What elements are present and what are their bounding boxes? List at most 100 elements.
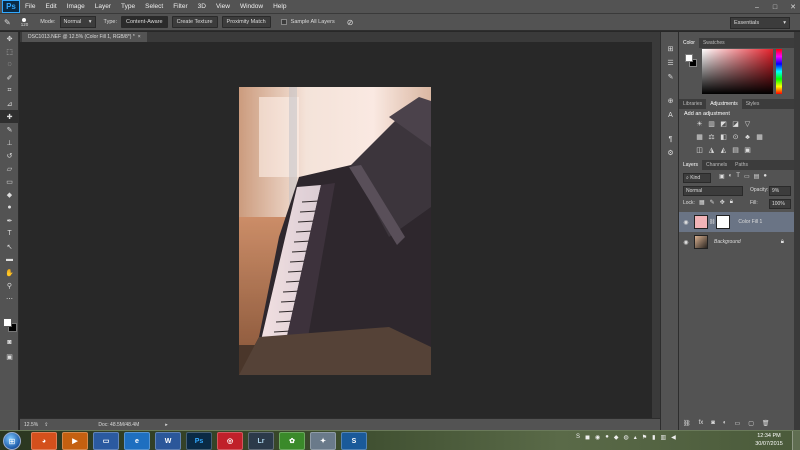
delete-layer-icon[interactable]: 🗑︎ bbox=[762, 420, 770, 427]
menu-file[interactable]: File bbox=[20, 3, 40, 10]
filter-shape-icon[interactable]: ▭ bbox=[744, 173, 750, 180]
filter-type-icon[interactable]: T bbox=[736, 173, 740, 180]
layer-name[interactable]: Background bbox=[714, 239, 741, 245]
panel-scrollbar[interactable] bbox=[794, 32, 800, 430]
selective-color-icon[interactable]: ▣ bbox=[744, 147, 751, 154]
taskbar-lightroom[interactable]: Lr bbox=[248, 432, 274, 450]
tab-adjustments[interactable]: Adjustments bbox=[706, 99, 742, 109]
color-lookup-icon[interactable]: ▦ bbox=[756, 134, 763, 141]
menu-layer[interactable]: Layer bbox=[90, 3, 116, 10]
new-adjustment-layer-icon[interactable]: ◐ bbox=[723, 420, 727, 427]
gradient-map-icon[interactable]: ▤ bbox=[732, 147, 739, 154]
maximize-button[interactable]: □ bbox=[770, 4, 780, 11]
clone-source-panel-icon[interactable]: ⊕ bbox=[661, 94, 680, 108]
black-white-icon[interactable]: ◧ bbox=[720, 134, 727, 141]
lock-position-icon[interactable]: ✥ bbox=[720, 199, 725, 206]
screen-mode-icon[interactable]: ▣ bbox=[0, 350, 19, 363]
menu-help[interactable]: Help bbox=[268, 3, 291, 10]
show-desktop-button[interactable] bbox=[792, 431, 800, 450]
pressure-size-icon[interactable]: ⊘ bbox=[347, 18, 354, 27]
taskbar-internet-explorer[interactable]: e bbox=[124, 432, 150, 450]
lock-transparency-icon[interactable]: ▦ bbox=[699, 199, 705, 206]
battery-icon[interactable]: ▮ bbox=[652, 434, 655, 441]
tray-icon-6[interactable]: ◍ bbox=[624, 434, 629, 441]
new-layer-icon[interactable]: ▢ bbox=[748, 420, 754, 427]
brightness-contrast-icon[interactable]: ☀ bbox=[696, 121, 703, 128]
eraser-tool-icon[interactable]: ▱ bbox=[0, 162, 19, 175]
content-aware-button[interactable]: Content-Aware bbox=[120, 16, 168, 28]
clone-stamp-tool-icon[interactable]: ⊥ bbox=[0, 136, 19, 149]
channel-mixer-icon[interactable]: ♣ bbox=[744, 134, 751, 141]
tab-swatches[interactable]: Swatches bbox=[699, 38, 729, 48]
taskbar-photoshop[interactable]: Ps bbox=[186, 432, 212, 450]
brush-tool-icon[interactable]: ✎ bbox=[0, 123, 19, 136]
menu-type[interactable]: Type bbox=[116, 3, 140, 10]
filter-pixel-icon[interactable]: ▣ bbox=[719, 173, 725, 180]
tray-icon-4[interactable]: ● bbox=[605, 434, 609, 441]
taskbar-snagit[interactable]: S bbox=[341, 432, 367, 450]
opacity-field[interactable]: 9% bbox=[769, 186, 791, 196]
taskbar-evernote[interactable]: ✿ bbox=[279, 432, 305, 450]
healing-brush-tool-icon[interactable]: ✚ bbox=[0, 110, 19, 123]
taskbar-creative-cloud[interactable]: ◎ bbox=[217, 432, 243, 450]
system-clock[interactable]: 12:34 PM 30/07/2015 bbox=[752, 432, 786, 448]
lock-all-icon[interactable]: 🔒︎ bbox=[730, 199, 733, 206]
color-panel-foreground[interactable] bbox=[685, 54, 693, 62]
document-tab[interactable]: DSC1013.NEF @ 12.5% (Color Fill 1, RGB/8… bbox=[22, 32, 147, 42]
pen-tool-icon[interactable]: ✒ bbox=[0, 214, 19, 227]
layer-mask-thumbnail[interactable] bbox=[716, 215, 731, 229]
canvas-scrollbar[interactable] bbox=[652, 42, 660, 418]
link-layers-icon[interactable]: ⛓ bbox=[683, 420, 691, 427]
eyedropper-tool-icon[interactable]: ⊿ bbox=[0, 97, 19, 110]
hue-slider[interactable] bbox=[776, 49, 782, 94]
lock-image-icon[interactable]: ✎ bbox=[710, 199, 715, 206]
start-button[interactable]: ⊞ bbox=[3, 432, 21, 450]
zoom-level[interactable]: 12.5% bbox=[24, 422, 38, 428]
spot-healing-brush-icon[interactable]: ✎ bbox=[4, 18, 11, 27]
taskbar-folder[interactable]: ▭ bbox=[93, 432, 119, 450]
color-balance-icon[interactable]: ⚖ bbox=[708, 134, 715, 141]
properties-panel-icon[interactable]: ☰ bbox=[661, 56, 680, 70]
menu-edit[interactable]: Edit bbox=[40, 3, 61, 10]
photo-filter-icon[interactable]: ⊙ bbox=[732, 134, 739, 141]
new-group-icon[interactable]: ▭ bbox=[735, 420, 741, 427]
close-tab-icon[interactable]: × bbox=[138, 34, 141, 40]
skype-tray-icon[interactable]: S bbox=[576, 434, 580, 441]
tray-icon-2[interactable]: ◼ bbox=[585, 434, 590, 441]
add-mask-icon[interactable]: ◙ bbox=[711, 420, 715, 427]
paragraph-panel-icon[interactable]: ¶ bbox=[661, 132, 680, 146]
taskbar-utility[interactable]: ✦ bbox=[310, 432, 336, 450]
brush-preset-picker[interactable]: 120 bbox=[21, 17, 28, 27]
tab-layers[interactable]: Layers bbox=[679, 160, 703, 170]
type-tool-icon[interactable]: T bbox=[0, 227, 19, 240]
history-brush-tool-icon[interactable]: ↺ bbox=[0, 149, 19, 162]
show-hidden-icons-icon[interactable]: ▴ bbox=[634, 434, 637, 441]
blend-mode-select[interactable]: Normal bbox=[683, 186, 743, 196]
volume-icon[interactable]: ◀ bbox=[671, 434, 676, 441]
tab-paths[interactable]: Paths bbox=[731, 160, 752, 170]
layer-style-icon[interactable]: fx bbox=[699, 420, 704, 427]
menu-view[interactable]: View bbox=[211, 3, 235, 10]
flag-icon[interactable]: ⚑ bbox=[642, 434, 647, 441]
tray-icon-5[interactable]: ◆ bbox=[614, 434, 619, 441]
layer-name[interactable]: Color Fill 1 bbox=[738, 219, 762, 225]
vibrance-icon[interactable]: ▽ bbox=[744, 121, 751, 128]
hand-tool-icon[interactable]: ✋ bbox=[0, 266, 19, 279]
status-menu-arrow-icon[interactable]: ▸ bbox=[165, 422, 168, 428]
tool-presets-panel-icon[interactable]: ⚙ bbox=[661, 146, 680, 160]
fill-field[interactable]: 100% bbox=[769, 199, 791, 209]
threshold-icon[interactable]: ◭ bbox=[720, 147, 727, 154]
filter-smart-object-icon[interactable]: ▤ bbox=[754, 173, 760, 180]
tab-color[interactable]: Color bbox=[679, 38, 699, 48]
taskbar-firefox[interactable]: ◕ bbox=[31, 432, 57, 450]
more-tools-icon[interactable]: ⋯ bbox=[0, 292, 19, 305]
crop-tool-icon[interactable]: ⌗ bbox=[0, 84, 19, 97]
move-tool-icon[interactable]: ✥ bbox=[0, 32, 19, 45]
foreground-color-swatch[interactable] bbox=[3, 318, 12, 327]
visibility-eye-icon[interactable]: ◉ bbox=[681, 239, 691, 246]
invert-icon[interactable]: ◫ bbox=[696, 147, 703, 154]
exposure-icon[interactable]: ◪ bbox=[732, 121, 739, 128]
history-panel-icon[interactable]: ⊞ bbox=[661, 42, 680, 56]
marquee-tool-icon[interactable]: ⬚ bbox=[0, 45, 19, 58]
layer-row-color-fill[interactable]: ◉ ⛓ Color Fill 1 bbox=[679, 212, 794, 232]
